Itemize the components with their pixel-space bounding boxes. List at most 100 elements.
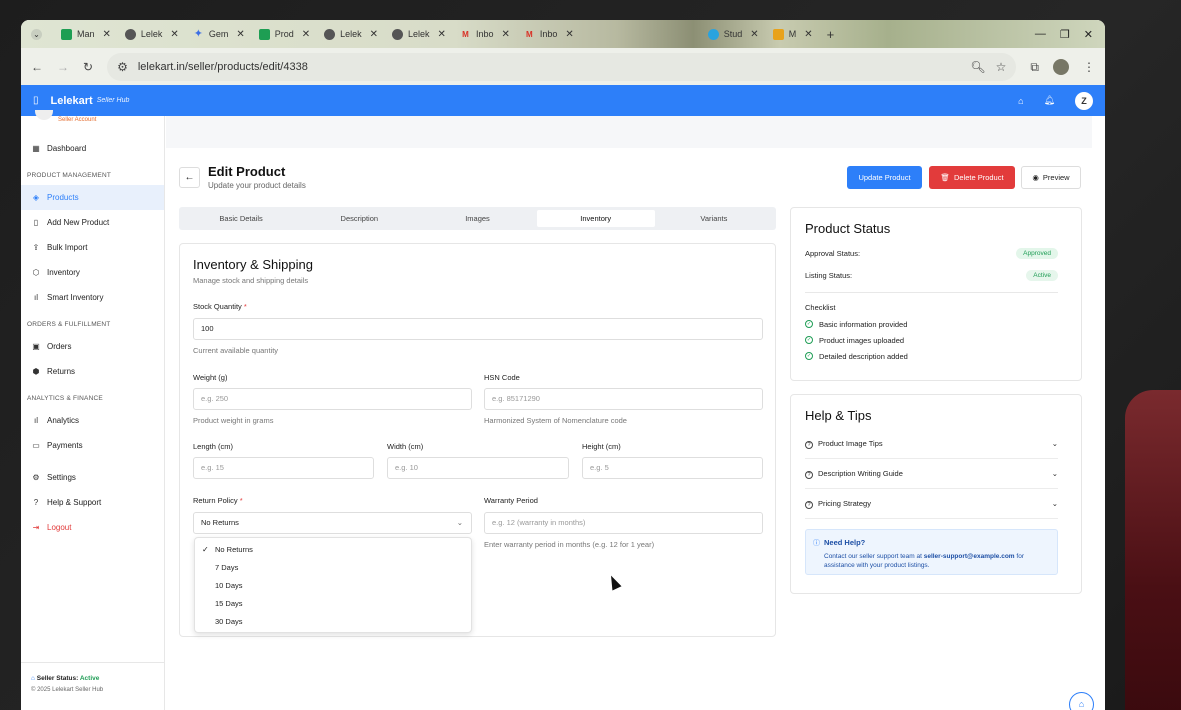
preview-button[interactable]: ◉ Preview — [1021, 166, 1081, 189]
chevron-down-icon: ⌄ — [1051, 499, 1058, 508]
sidebar-toggle-icon[interactable]: ▯ — [33, 95, 39, 106]
brand-logo[interactable]: Lelekart — [51, 95, 93, 107]
close-icon[interactable]: ✕ — [565, 29, 573, 40]
close-icon[interactable]: ✕ — [302, 29, 310, 40]
new-tab-button[interactable]: + — [821, 23, 841, 45]
sidebar-item-settings[interactable]: ⚙ Settings — [21, 465, 164, 490]
chat-assistant-button[interactable]: ⌂ — [1069, 692, 1094, 710]
forward-icon[interactable]: → — [57, 60, 69, 74]
tab-images[interactable]: Images — [418, 210, 536, 227]
url-field[interactable]: ⚙ lelekart.in/seller/products/edit/4338 … — [107, 53, 1017, 81]
sidebar-item-returns[interactable]: ⬢ Returns — [21, 359, 164, 384]
hsn-input[interactable]: e.g. 85171290 — [484, 388, 763, 410]
site-info-icon[interactable]: ⚙ — [117, 60, 128, 74]
help-icon: ? — [33, 498, 39, 507]
close-icon[interactable]: ✕ — [804, 29, 812, 40]
checklist-item: ✓ Basic information provided — [791, 316, 1081, 332]
delete-product-button[interactable]: 🗑︎ Delete Product — [929, 166, 1015, 189]
menu-icon[interactable]: ⋮ — [1083, 60, 1095, 74]
chevron-down-icon: ⌄ — [31, 28, 42, 40]
sidebar-item-inventory[interactable]: ⬡ Inventory — [21, 260, 164, 285]
preview-label: Preview — [1042, 173, 1070, 182]
tab-description[interactable]: Description — [300, 210, 418, 227]
accordion-product-image-tips[interactable]: ? Product Image Tips ⌄ — [805, 429, 1058, 459]
update-product-button[interactable]: Update Product — [847, 166, 922, 189]
tab-basic-details[interactable]: Basic Details — [182, 210, 300, 227]
sidebar-item-dashboard[interactable]: ▦ Dashboard — [21, 136, 164, 161]
restore-icon[interactable]: ❐ — [1060, 28, 1070, 41]
tab-inventory[interactable]: Inventory — [536, 210, 655, 227]
length-input[interactable]: e.g. 15 — [193, 457, 374, 479]
sidebar-item-add-new-product[interactable]: ▯ Add New Product — [21, 210, 164, 235]
product-tabs: Basic Details Description Images Invento… — [179, 207, 776, 230]
back-icon[interactable]: ← — [31, 60, 43, 74]
page-title: Edit Product — [208, 164, 286, 179]
browser-tab[interactable]: Man ✕ — [55, 23, 117, 45]
close-icon[interactable]: ✕ — [103, 29, 111, 40]
browser-tab[interactable]: Prod ✕ — [253, 23, 316, 45]
back-button[interactable]: ← — [179, 167, 200, 188]
option-label: 15 Days — [215, 599, 243, 608]
close-icon[interactable]: ✕ — [370, 29, 378, 40]
checklist-item: ✓ Detailed description added — [791, 348, 1081, 364]
sidebar-item-smart-inventory[interactable]: ıl Smart Inventory — [21, 285, 164, 310]
accordion-description-guide[interactable]: ? Description Writing Guide ⌄ — [805, 459, 1058, 489]
browser-tab[interactable]: M Inbo ✕ — [518, 23, 580, 45]
browser-tab[interactable]: M Inbo ✕ — [454, 23, 516, 45]
sidebar-item-label: Help & Support — [47, 498, 102, 507]
sidebar-item-bulk-import[interactable]: ⇪ Bulk Import — [21, 235, 164, 260]
sidebar-item-label: Orders — [47, 342, 72, 351]
dropdown-option-no-returns[interactable]: ✓ No Returns — [195, 541, 471, 559]
dropdown-option-10-days[interactable]: 10 Days — [195, 577, 471, 595]
logout-icon: ⇥ — [32, 523, 40, 532]
avatar[interactable]: Z — [1075, 91, 1093, 110]
tab-search-button[interactable]: ⌄ — [25, 23, 53, 45]
browser-tab[interactable]: Lelek ✕ — [119, 23, 185, 45]
dropdown-option-7-days[interactable]: 7 Days — [195, 559, 471, 577]
close-icon[interactable]: ✕ — [750, 29, 758, 40]
close-icon[interactable]: ✕ — [501, 29, 509, 40]
warranty-label: Warranty Period — [484, 496, 538, 505]
zoom-icon[interactable]: 🔍︎ — [970, 60, 985, 74]
profile-icon[interactable] — [1053, 59, 1069, 75]
browser-tab[interactable]: Lelek ✕ — [318, 23, 384, 45]
support-email-link[interactable]: seller-support@example.com — [924, 553, 1015, 560]
dropdown-option-30-days[interactable]: 30 Days — [195, 613, 471, 631]
browser-tab[interactable]: Stud ✕ — [702, 23, 765, 45]
close-icon[interactable]: ✕ — [170, 29, 178, 40]
close-icon[interactable]: ✕ — [438, 29, 446, 40]
inventory-title: Inventory & Shipping — [193, 257, 313, 272]
bell-icon[interactable]: 🔔︎ — [1044, 95, 1055, 106]
grid-icon: ▦ — [32, 144, 40, 153]
accordion-pricing-strategy[interactable]: ? Pricing Strategy ⌄ — [805, 489, 1058, 519]
sidebar-item-help[interactable]: ? Help & Support — [21, 490, 164, 515]
store-icon[interactable]: ⌂ — [1018, 96, 1023, 106]
close-window-icon[interactable]: ✕ — [1084, 28, 1093, 41]
dropdown-option-15-days[interactable]: 15 Days — [195, 595, 471, 613]
sidebar-item-payments[interactable]: ▭ Payments — [21, 433, 164, 458]
checklist-item-label: Basic information provided — [819, 319, 908, 329]
close-icon[interactable]: ✕ — [236, 29, 244, 40]
sidebar-item-label: Bulk Import — [47, 243, 88, 252]
sidebar-item-analytics[interactable]: ıl Analytics — [21, 408, 164, 433]
desktop-window-edge — [1125, 390, 1181, 710]
tab-variants[interactable]: Variants — [655, 210, 773, 227]
width-input[interactable]: e.g. 10 — [387, 457, 569, 479]
star-icon[interactable]: ☆ — [996, 60, 1007, 74]
minimize-icon[interactable]: — — [1035, 28, 1046, 41]
browser-tab[interactable]: M ✕ — [767, 23, 819, 45]
status-badge: Active — [1026, 269, 1058, 281]
sidebar-item-orders[interactable]: ▣ Orders — [21, 334, 164, 359]
sidebar-item-products[interactable]: ◈ Products — [21, 185, 164, 210]
warranty-input[interactable]: e.g. 12 (warranty in months) — [484, 512, 763, 534]
sidebar-item-logout[interactable]: ⇥ Logout — [21, 515, 164, 540]
browser-tab[interactable]: ✦ Gem ✕ — [187, 23, 251, 45]
stock-quantity-input[interactable]: 100 — [193, 318, 763, 340]
tab-label: Lelek — [340, 29, 362, 39]
extensions-icon[interactable]: ⧉ — [1030, 60, 1039, 75]
browser-tab[interactable]: Lelek ✕ — [386, 23, 452, 45]
return-policy-select[interactable]: No Returns ⌄ — [193, 512, 472, 534]
weight-input[interactable]: e.g. 250 — [193, 388, 472, 410]
reload-icon[interactable]: ↻ — [83, 60, 93, 74]
height-input[interactable]: e.g. 5 — [582, 457, 763, 479]
